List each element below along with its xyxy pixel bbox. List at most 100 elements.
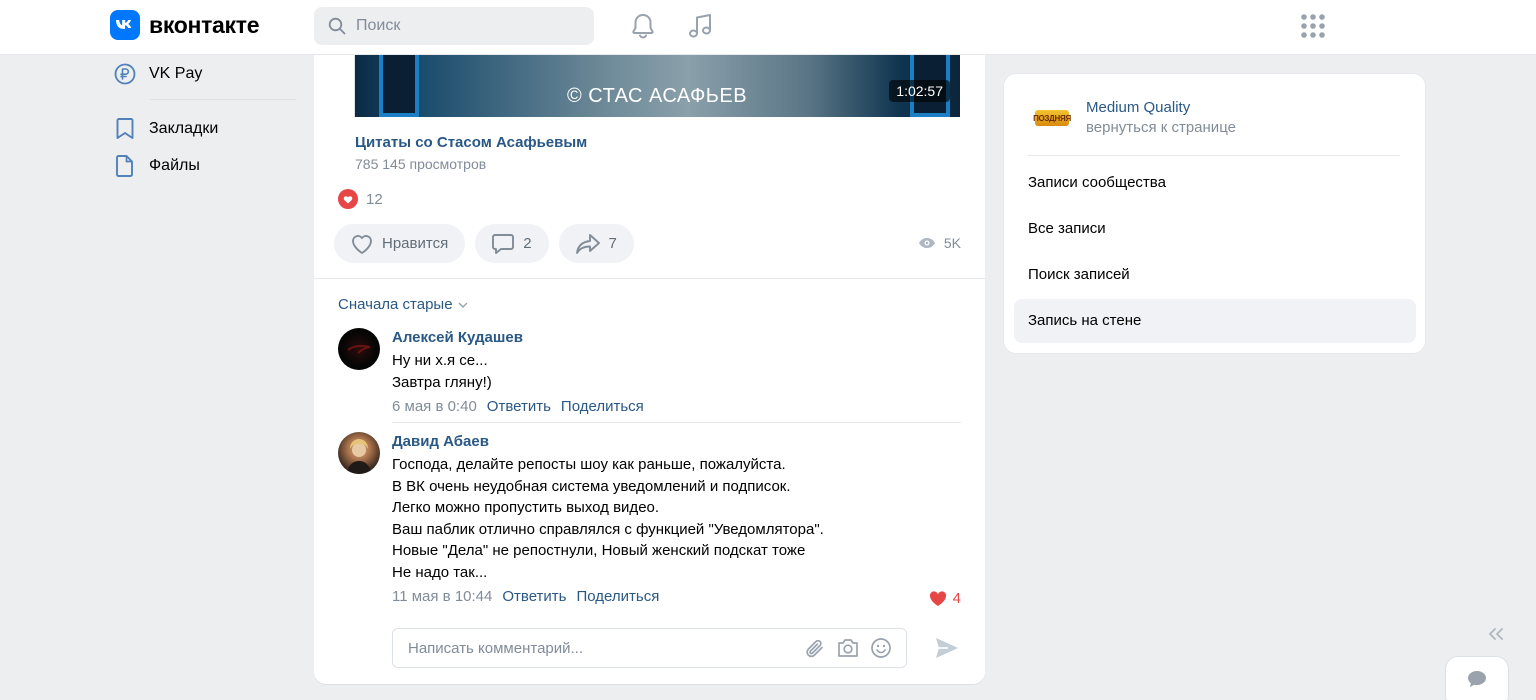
comments-button[interactable]: 2 <box>475 224 549 263</box>
notifications-bell-icon[interactable] <box>630 12 656 44</box>
nav-item-bookmarks[interactable]: Закладки <box>112 110 218 147</box>
thumb-graphic <box>379 55 419 117</box>
wall-filter-menu: Записи сообщества Все записи Поиск запис… <box>1014 160 1416 345</box>
comment-line: Легко можно пропустить выход видео. <box>392 499 660 516</box>
nav-item-files[interactable]: Файлы <box>112 147 200 184</box>
group-link[interactable]: ПОЗДНЯЯ Medium Quality вернуться к стран… <box>1033 98 1236 138</box>
like-label: Нравится <box>382 235 449 252</box>
comment-line: Господа, делайте репосты шоу как раньше,… <box>392 456 786 473</box>
comment-input[interactable] <box>408 639 788 657</box>
chevron-down-icon <box>458 302 468 308</box>
comment-author[interactable]: Давид Абаев <box>392 432 961 452</box>
nav-item-label: Закладки <box>149 119 219 137</box>
avatar[interactable] <box>338 432 380 474</box>
share-button[interactable]: 7 <box>558 224 634 263</box>
comment-body: Давид Абаев Господа, делайте репосты шоу… <box>392 432 961 607</box>
video-views: 785 145 просмотров <box>355 156 487 172</box>
comment-time[interactable]: 6 мая в 0:40 <box>392 398 477 415</box>
video-duration: 1:02:57 <box>889 80 950 102</box>
comment-author[interactable]: Алексей Кудашев <box>392 328 961 348</box>
comment-text: Господа, делайте репосты шоу как раньше,… <box>392 454 961 583</box>
share-arrow-icon <box>575 233 600 254</box>
post-actions: Нравится 2 7 <box>334 224 644 263</box>
wall-filter-card: ПОЗДНЯЯ Medium Quality вернуться к стран… <box>1004 74 1425 353</box>
reply-link[interactable]: Ответить <box>487 398 551 415</box>
comment-line: Новые "Дела" не репостнули, Новый женски… <box>392 542 806 559</box>
card-divider <box>1028 155 1400 156</box>
emoji-smile-icon[interactable] <box>870 637 892 659</box>
menu-item-all-posts[interactable]: Все записи <box>1014 206 1416 250</box>
likes-summary[interactable]: 12 <box>338 189 383 209</box>
heart-filled-icon <box>338 189 358 209</box>
group-name[interactable]: Medium Quality <box>1086 98 1236 118</box>
group-info: Medium Quality вернуться к странице <box>1086 98 1236 138</box>
comment-likes-count: 4 <box>952 590 961 607</box>
video-credit: © СТАС АСАФЬЕВ <box>567 85 748 107</box>
group-logo: ПОЗДНЯЯ <box>1033 100 1071 136</box>
share-link[interactable]: Поделиться <box>561 398 644 415</box>
like-button[interactable]: Нравится <box>334 224 466 263</box>
comment-separator <box>392 422 961 423</box>
comments-count: 2 <box>523 235 532 252</box>
comment-line: Не надо так... <box>392 563 488 581</box>
video-thumbnail[interactable]: © СТАС АСАФЬЕВ 1:02:57 <box>355 55 960 117</box>
group-back-link[interactable]: вернуться к странице <box>1086 118 1236 138</box>
file-icon <box>112 153 138 179</box>
logo-text: вконтакте <box>149 11 260 38</box>
sort-label: Сначала старые <box>338 296 453 313</box>
comment-like-button[interactable]: 4 <box>929 590 961 607</box>
search-input[interactable] <box>356 17 576 35</box>
nav-item-label: Файлы <box>149 156 200 174</box>
group-logo-text: ПОЗДНЯЯ <box>1033 110 1071 126</box>
views-count: 5K <box>943 235 961 251</box>
messenger-button[interactable] <box>1446 657 1508 700</box>
apps-grid-icon[interactable] <box>1300 13 1326 43</box>
comment-item: Алексей Кудашев Ну ни х.я се... Завтра г… <box>338 328 961 416</box>
nav-item-vk-pay[interactable]: VK Pay <box>112 55 202 92</box>
send-icon[interactable] <box>934 636 960 664</box>
comment-line: Завтра гляну!) <box>392 373 492 391</box>
shares-count: 7 <box>608 235 617 252</box>
vk-logo-icon <box>110 10 140 40</box>
collapse-chevrons-icon[interactable] <box>1487 627 1505 645</box>
comment-meta: 6 мая в 0:40 Ответить Поделиться <box>392 397 961 417</box>
bookmark-icon <box>112 116 138 142</box>
comment-input-tools <box>794 637 892 659</box>
comments-divider <box>314 278 985 279</box>
search-icon <box>328 17 346 35</box>
comment-meta: 11 мая в 10:44 Ответить Поделиться <box>392 587 961 607</box>
comment-icon <box>492 233 515 254</box>
nav-divider <box>150 99 296 100</box>
chat-bubble-icon <box>1468 671 1486 687</box>
nav-item-label: VK Pay <box>149 64 203 82</box>
video-title[interactable]: Цитаты со Стасом Асафьевым <box>355 134 587 151</box>
comment-text: Ну ни х.я се... Завтра гляну!) <box>392 350 961 393</box>
search-box[interactable] <box>314 7 594 45</box>
comment-line: В ВК очень неудобная система уведомлений… <box>392 477 791 495</box>
avatar[interactable] <box>338 328 380 370</box>
eye-icon <box>918 238 935 248</box>
reply-link[interactable]: Ответить <box>502 588 566 605</box>
menu-item-wall-post[interactable]: Запись на стене <box>1014 298 1416 343</box>
comment-item: Давид Абаев Господа, делайте репосты шоу… <box>338 432 961 607</box>
heart-outline-icon <box>352 234 372 254</box>
music-note-icon[interactable] <box>686 12 714 44</box>
comment-body: Алексей Кудашев Ну ни х.я се... Завтра г… <box>392 328 961 417</box>
top-header: вконтакте <box>0 0 1536 55</box>
post-card: © СТАС АСАФЬЕВ 1:02:57 Цитаты со Стасом … <box>314 55 985 684</box>
paperclip-icon[interactable] <box>804 637 826 659</box>
share-link[interactable]: Поделиться <box>576 588 659 605</box>
comment-line: Ваш паблик отлично справлялся с функцией… <box>392 520 824 538</box>
comment-line: Ну ни х.я се... <box>392 352 488 369</box>
post-views: 5K <box>918 235 961 251</box>
comment-input-box[interactable] <box>392 628 907 668</box>
vk-pay-icon <box>112 61 138 87</box>
comment-time[interactable]: 11 мая в 10:44 <box>392 588 492 605</box>
likes-count: 12 <box>366 190 383 208</box>
vk-logo[interactable]: вконтакте <box>110 10 260 40</box>
camera-icon[interactable] <box>836 637 860 659</box>
comments-sort[interactable]: Сначала старые <box>338 296 468 313</box>
menu-item-search-posts[interactable]: Поиск записей <box>1014 253 1416 297</box>
heart-filled-icon <box>929 590 946 606</box>
menu-item-community-posts[interactable]: Записи сообщества <box>1014 160 1416 204</box>
